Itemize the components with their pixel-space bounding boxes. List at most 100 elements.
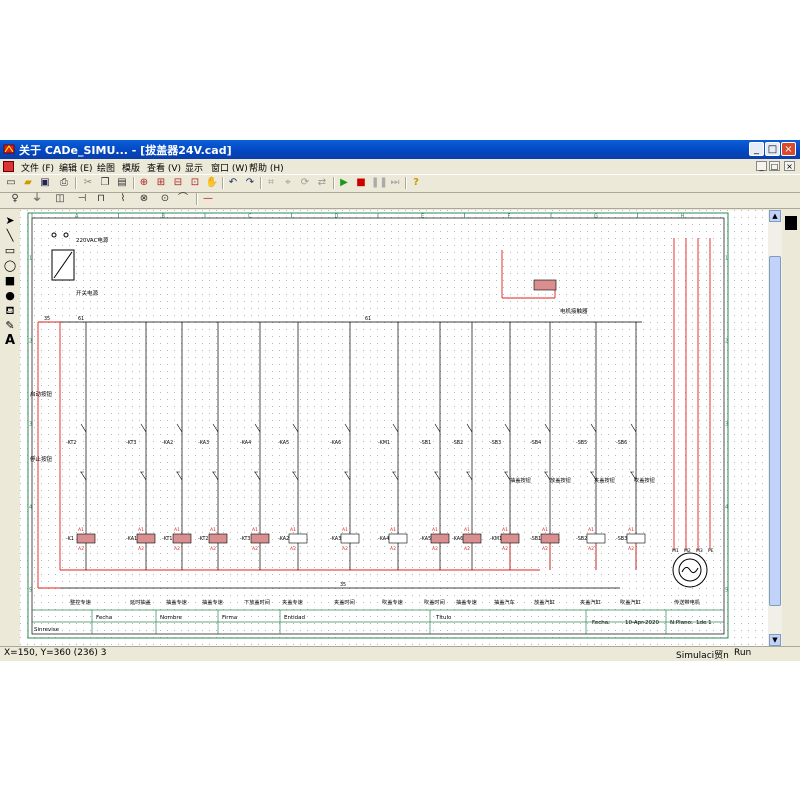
wire-number: A2: [174, 546, 180, 552]
document-icon[interactable]: [3, 161, 14, 172]
schematic[interactable]: ABCDEFGH 1 12 23 34 45 5 220VAC电源 开关电源 电…: [20, 210, 768, 646]
contact-icon[interactable]: ⊣: [75, 192, 89, 206]
wire-number: 35: [340, 582, 346, 588]
menu-file[interactable]: 文件 (F): [21, 161, 54, 174]
menu-draw[interactable]: 绘图: [97, 161, 115, 174]
rotate-icon[interactable]: ⟳: [298, 176, 312, 190]
scroll-up-icon[interactable]: ▲: [769, 210, 781, 222]
plug-icon[interactable]: ⌒: [176, 192, 190, 206]
paste-icon[interactable]: ▤: [115, 176, 129, 190]
menu-edit[interactable]: 编辑 (E): [59, 161, 93, 174]
ground-icon[interactable]: ⏚: [30, 192, 44, 206]
row-label: 1: [29, 256, 32, 262]
component-label: -KA4: [378, 536, 389, 542]
title-col-fecha: Fecha: [96, 615, 112, 621]
zoom-icon[interactable]: ⊕: [137, 176, 151, 190]
zoom-in-icon[interactable]: ⊞: [154, 176, 168, 190]
switch-icon[interactable]: ⊓: [94, 192, 108, 206]
fill-icon[interactable]: ⛾: [3, 304, 17, 318]
right-panel: [782, 210, 800, 646]
wire-number: A1: [138, 527, 144, 533]
open-folder-icon[interactable]: ▰: [21, 176, 35, 190]
pause-icon[interactable]: ❚❚: [371, 176, 388, 190]
redo-icon[interactable]: ↷: [243, 176, 257, 190]
flip-icon[interactable]: ⇄: [315, 176, 329, 190]
pan-icon[interactable]: ✋: [205, 176, 219, 190]
dash-icon[interactable]: —: [201, 192, 215, 206]
column-label: A: [75, 214, 79, 220]
maximize-button[interactable]: □: [765, 142, 780, 156]
step-icon[interactable]: ⏭: [388, 176, 402, 190]
title-bar[interactable]: 关于 CADe_SIMU... - [拔盖器24V.cad] _ □ ×: [0, 140, 800, 159]
bottom-label: 放盖汽缸: [534, 598, 555, 606]
text-icon[interactable]: A: [3, 334, 17, 348]
line-icon[interactable]: ╲: [3, 229, 17, 243]
title-date: 10-Apr-2020: [625, 620, 660, 626]
component-label: -KA5: [278, 440, 289, 446]
menu-view[interactable]: 查看 (V): [147, 161, 181, 174]
supply-label: 220VAC电源: [76, 236, 109, 244]
component-label: -KA6: [452, 536, 463, 542]
scroll-down-icon[interactable]: ▼: [769, 634, 781, 646]
motor-icon[interactable]: ⌇: [116, 192, 130, 206]
bottom-label: 吹盖时间: [424, 598, 445, 606]
zoom-out-icon[interactable]: ⊟: [171, 176, 185, 190]
vertical-scrollbar[interactable]: ▲ ▼: [768, 210, 782, 646]
terminal-label: M3: [696, 548, 703, 554]
component-label: -K1: [66, 536, 74, 542]
zoom-window-icon[interactable]: ⊡: [188, 176, 202, 190]
pen-icon[interactable]: ✎: [3, 319, 17, 333]
filled-rect-icon[interactable]: ■: [3, 274, 17, 288]
lamp-icon[interactable]: ⊗: [137, 192, 151, 206]
print-icon[interactable]: ⎙: [57, 176, 71, 190]
menu-display[interactable]: 显示: [185, 161, 203, 174]
save-icon[interactable]: ▣: [38, 176, 52, 190]
scroll-thumb[interactable]: [769, 256, 781, 606]
ellipse-icon[interactable]: ◯: [3, 259, 17, 273]
menu-help[interactable]: 帮助 (H): [249, 161, 284, 174]
wire-number: A1: [588, 527, 594, 533]
wire-number: A1: [290, 527, 296, 533]
close-button[interactable]: ×: [781, 142, 796, 156]
status-coords: X=150, Y=360 (236) 3: [4, 648, 107, 658]
new-file-icon[interactable]: ▭: [4, 176, 18, 190]
timer-icon[interactable]: ⊙: [158, 192, 172, 206]
component-label: -KT3: [240, 536, 251, 542]
pointer-icon[interactable]: ➤: [3, 214, 17, 228]
menu-template[interactable]: 模版: [122, 161, 140, 174]
menu-window[interactable]: 窗口 (W): [211, 161, 248, 174]
copy-icon[interactable]: ❐: [98, 176, 112, 190]
help-icon[interactable]: ?: [409, 176, 423, 190]
coil-icon[interactable]: ◫: [53, 192, 67, 206]
pin-icon[interactable]: ♀: [8, 192, 22, 206]
grid-icon[interactable]: ⌗: [264, 176, 278, 190]
mdi-close-button[interactable]: ×: [784, 161, 795, 171]
run-icon[interactable]: ▶: [337, 176, 351, 190]
coil: [136, 533, 156, 544]
wire-number: A2: [210, 546, 216, 552]
drawing-canvas[interactable]: ABCDEFGH 1122334455 220VAC电源 开关电源 电机接触器 …: [20, 210, 768, 646]
bottom-label: 延时抽盖: [130, 598, 151, 606]
minimize-button[interactable]: _: [749, 142, 764, 156]
rectangle-icon[interactable]: ▭: [3, 244, 17, 258]
wire-number: A1: [342, 527, 348, 533]
wire-number: A2: [290, 546, 296, 552]
undo-icon[interactable]: ↶: [226, 176, 240, 190]
window-title: 关于 CADe_SIMU... - [拔盖器24V.cad]: [19, 144, 232, 157]
mdi-restore-button[interactable]: □: [769, 161, 780, 171]
stop-icon[interactable]: ■: [354, 176, 368, 190]
cut-icon[interactable]: ✂: [81, 176, 95, 190]
component-label: -SB5: [576, 440, 587, 446]
mdi-minimize-button[interactable]: _: [756, 161, 767, 171]
wire-number: A1: [210, 527, 216, 533]
coil: [172, 533, 192, 544]
bottom-label: 下放盖时间: [244, 598, 270, 606]
wire-number: A1: [502, 527, 508, 533]
app-window: 关于 CADe_SIMU... - [拔盖器24V.cad] _ □ × 文件 …: [0, 140, 800, 661]
component-label: -SB6: [616, 440, 627, 446]
component-label: -SB1: [420, 440, 431, 446]
filled-ellipse-icon[interactable]: ●: [3, 289, 17, 303]
snap-icon[interactable]: ⌖: [281, 176, 295, 190]
wire-number: A1: [390, 527, 396, 533]
row-label: 1: [725, 256, 728, 262]
